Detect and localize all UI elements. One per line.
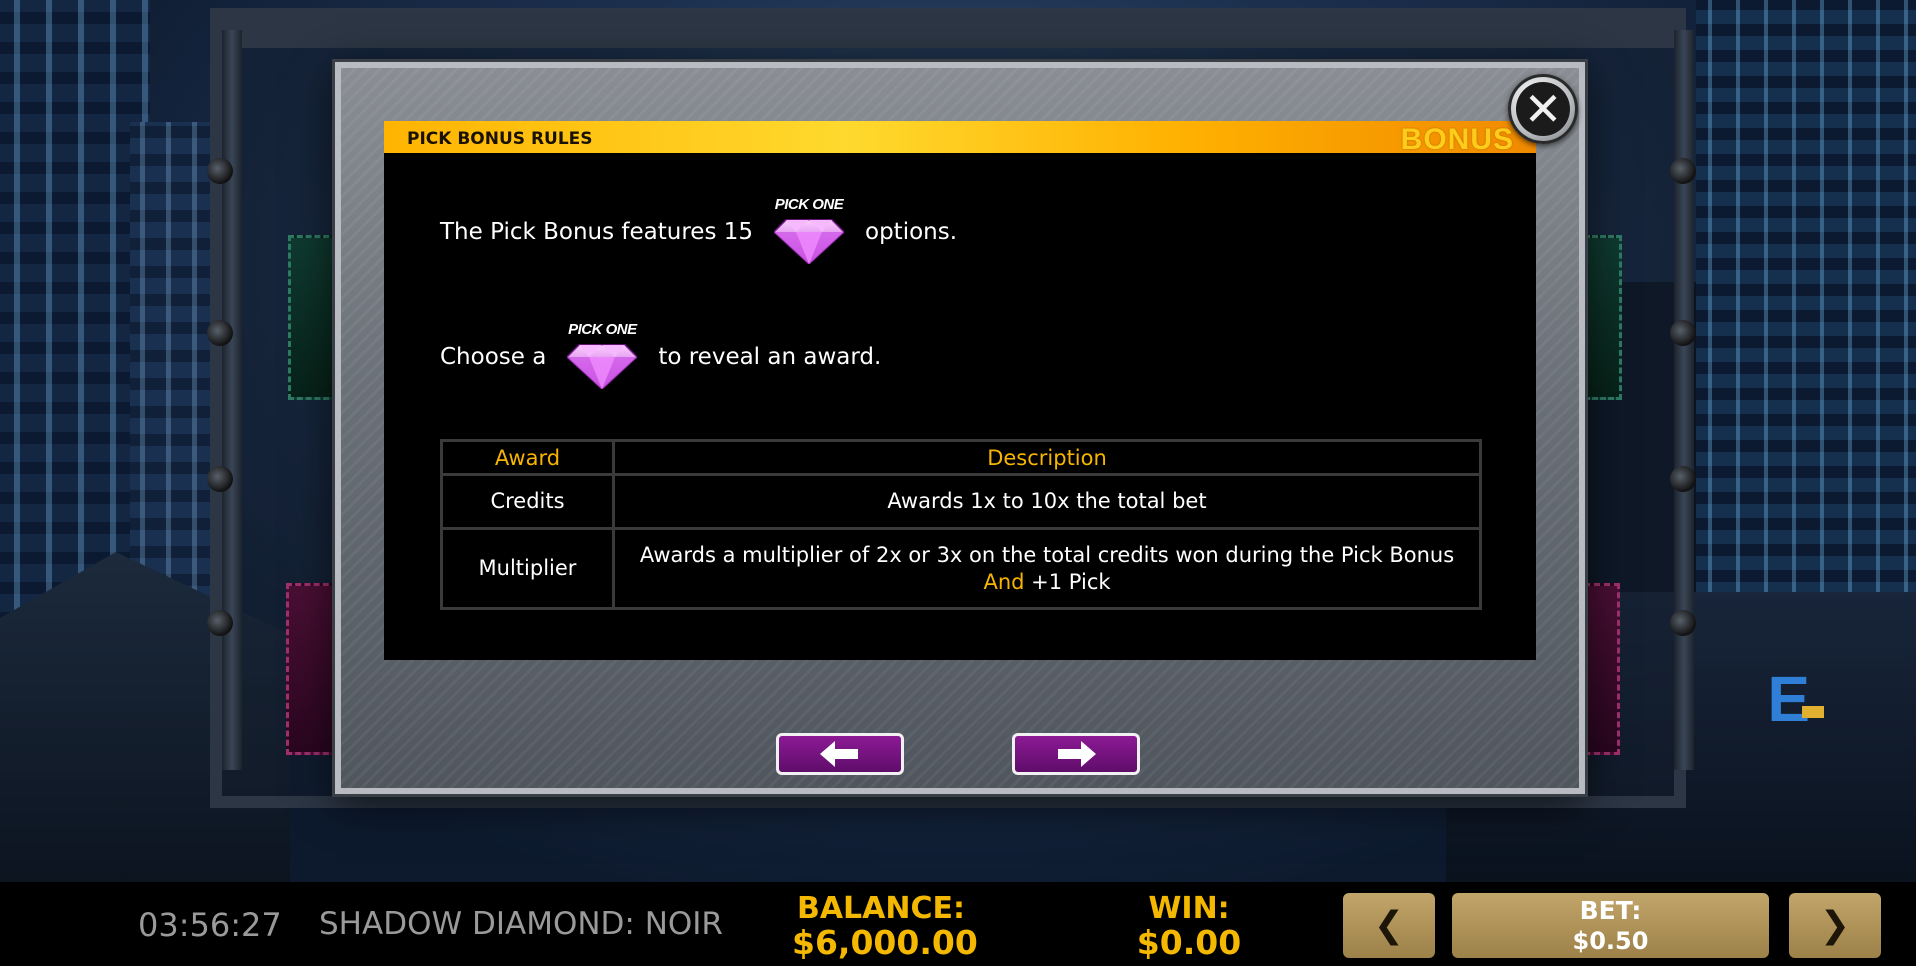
rules-text: Choose a [440, 344, 547, 370]
win-label: WIN: [1148, 891, 1230, 926]
arrow-right-icon [1058, 741, 1096, 767]
previous-page-button[interactable] [776, 733, 904, 775]
award-cell: Credits [440, 473, 615, 530]
pink-diamond-icon [567, 344, 638, 389]
chevron-right-icon: ❯ [1819, 905, 1851, 946]
rules-panel: PICK BONUS RULES BONUS The Pick Bonus fe… [384, 121, 1536, 660]
close-icon: ✕ [1516, 82, 1570, 136]
frame-knob [1670, 466, 1696, 492]
rules-line-2: Choose a PICK ONE to reveal an award. [440, 321, 881, 393]
win-value: $0.00 [1136, 923, 1242, 962]
bet-decrease-button[interactable]: ❮ [1343, 893, 1435, 958]
pick-one-gem: PICK ONE [769, 196, 849, 268]
column-header-description: Description [612, 439, 1482, 476]
award-cell: Multiplier [440, 527, 615, 610]
column-header-award: Award [440, 439, 615, 476]
description-highlight: And [983, 569, 1025, 594]
frame-knob [1670, 320, 1696, 346]
close-button[interactable]: ✕ [1508, 74, 1578, 144]
description-text: Awards a multiplier of 2x or 3x on the t… [639, 542, 1455, 567]
reel-symbol-green [288, 235, 338, 400]
next-page-button[interactable] [1012, 733, 1140, 775]
bet-increase-button[interactable]: ❯ [1789, 893, 1881, 958]
reel-symbol-pink [286, 583, 338, 755]
description-text: +1 Pick [1031, 569, 1111, 594]
frame-knob [207, 610, 233, 636]
game-title: SHADOW DIAMOND: NOIR [319, 906, 723, 942]
reel-symbol-green [1584, 235, 1622, 400]
balance-label: BALANCE: [796, 891, 966, 926]
pick-one-gem: PICK ONE [562, 321, 642, 393]
description-cell: Awards a multiplier of 2x or 3x on the t… [612, 527, 1482, 610]
rules-text: to reveal an award. [658, 344, 882, 370]
panel-header: PICK BONUS RULES BONUS [384, 121, 1536, 156]
chevron-left-icon: ❮ [1373, 905, 1405, 946]
rules-text: The Pick Bonus features 15 [440, 219, 754, 245]
award-table: Award Description Credits Awards 1x to 1… [440, 439, 1482, 610]
bet-value: $0.50 [1572, 927, 1649, 955]
frame-post-left [222, 30, 242, 770]
reel-symbol-pink [1584, 583, 1620, 755]
bonus-badge: BONUS [1400, 123, 1514, 156]
building-sign: E [1767, 663, 1824, 735]
clock: 03:56:27 [138, 906, 282, 944]
bet-display: BET: $0.50 [1452, 893, 1769, 958]
frame-post-right [1674, 30, 1694, 770]
description-cell: Awards 1x to 10x the total bet [612, 473, 1482, 530]
frame-knob [1670, 610, 1696, 636]
rules-line-1: The Pick Bonus features 15 PICK ONE opti… [440, 196, 957, 268]
win-display: WIN: $0.00 [1130, 892, 1248, 960]
frame-knob [1670, 158, 1696, 184]
balance-display: BALANCE: $6,000.00 [792, 891, 978, 962]
table-row: Multiplier Awards a multiplier of 2x or … [440, 527, 1482, 610]
bet-label: BET: [1579, 896, 1642, 925]
rules-text: options. [865, 219, 958, 245]
pick-one-label: PICK ONE [774, 196, 844, 213]
arrow-left-icon [820, 741, 858, 767]
balance-value: $6,000.00 [792, 923, 978, 962]
frame-knob [207, 158, 233, 184]
frame-knob [207, 320, 233, 346]
status-bar: 03:56:27 SHADOW DIAMOND: NOIR BALANCE: $… [0, 882, 1916, 966]
panel-title: PICK BONUS RULES [407, 129, 593, 149]
frame-knob [207, 466, 233, 492]
pick-one-label: PICK ONE [568, 321, 637, 338]
table-row: Credits Awards 1x to 10x the total bet [440, 473, 1482, 530]
table-header-row: Award Description [440, 439, 1482, 476]
pink-diamond-icon [774, 219, 845, 264]
